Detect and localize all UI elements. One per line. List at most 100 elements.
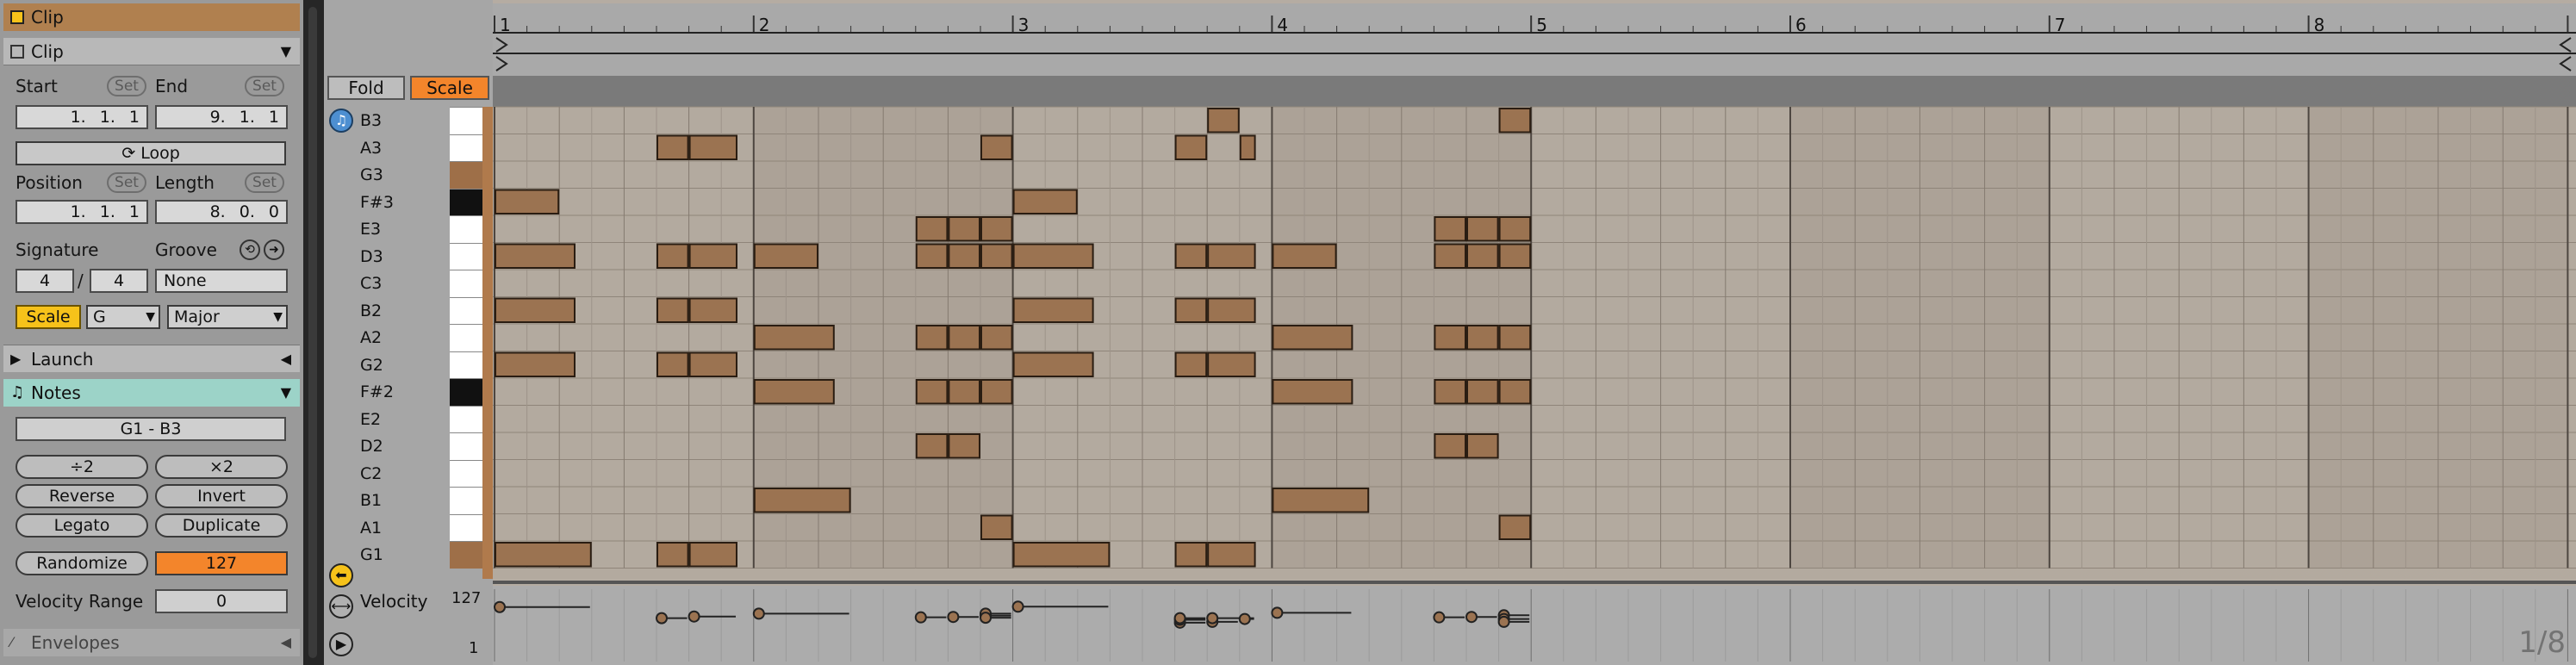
note-editor-grid[interactable]: 1 2 3 4 5 6 7 8 1/8	[493, 0, 2576, 665]
piano-key[interactable]	[450, 432, 482, 460]
start-field[interactable]: 1. 1. 1	[16, 105, 148, 129]
half-time-button[interactable]: ÷2	[16, 455, 148, 479]
grid-resolution-label: 1/8	[2518, 625, 2566, 660]
signature-denominator[interactable]: 4	[90, 269, 148, 293]
velocity-handle	[1238, 612, 1251, 625]
groove-field[interactable]: None	[155, 269, 288, 293]
piano-key[interactable]	[450, 513, 482, 541]
double-time-button[interactable]: ×2	[155, 455, 288, 479]
midi-note	[688, 297, 738, 323]
note-label: G1	[360, 545, 383, 564]
piano-key[interactable]	[450, 242, 482, 270]
piano-key[interactable]	[450, 215, 482, 243]
velocity-handle	[688, 610, 700, 623]
midi-note	[495, 542, 592, 568]
note-range-field[interactable]: G1 - B3	[16, 417, 286, 441]
note-label: A2	[360, 328, 383, 347]
midi-note	[948, 216, 981, 242]
clip-title-bar[interactable]: Clip	[3, 3, 300, 31]
midi-note	[1466, 243, 1499, 269]
piano-key[interactable]	[450, 541, 482, 569]
midi-note	[1498, 379, 1532, 405]
start-label: Start	[16, 76, 58, 96]
midi-note	[688, 351, 738, 377]
midi-note	[1272, 325, 1353, 351]
clip-section-header[interactable]: Clip ▼	[3, 38, 300, 65]
randomize-button[interactable]: Randomize	[16, 551, 148, 575]
midi-note	[980, 514, 1013, 540]
legato-button[interactable]: Legato	[16, 513, 148, 538]
velocity-lane-toggle-icon[interactable]: ⟷	[329, 594, 353, 618]
midi-note	[1012, 542, 1111, 568]
panel-scrollbar[interactable]	[308, 7, 317, 658]
signature-label: Signature	[16, 239, 99, 260]
piano-key[interactable]	[450, 405, 482, 432]
scale-toggle-button[interactable]: Scale	[16, 305, 81, 329]
end-field[interactable]: 9. 1. 1	[155, 105, 288, 129]
end-set-button[interactable]: Set	[245, 76, 284, 96]
return-arrow-icon[interactable]: ⬅	[329, 563, 353, 587]
piano-key[interactable]	[450, 487, 482, 514]
chevron-left-icon[interactable]: ◀	[281, 629, 291, 656]
collapse-toggle-icon[interactable]	[10, 45, 24, 59]
bar-number: 3	[1018, 15, 1030, 35]
chevron-left-icon[interactable]: ◀	[281, 345, 291, 373]
start-set-button[interactable]: Set	[107, 76, 146, 96]
piano-key[interactable]	[450, 188, 482, 215]
groove-commit-icon[interactable]: ➜	[264, 239, 284, 260]
notes-section-header[interactable]: ♫ Notes ▼	[3, 379, 300, 407]
midi-note	[1466, 433, 1499, 459]
chevron-down-icon[interactable]: ▼	[281, 379, 291, 407]
piano-key[interactable]	[450, 134, 482, 161]
launch-section-header[interactable]: ▶ Launch ◀	[3, 345, 300, 372]
audition-headphones-icon[interactable]: ♫	[329, 109, 353, 133]
midi-note	[980, 325, 1013, 351]
position-set-button[interactable]: Set	[107, 172, 146, 193]
note-label: F#2	[360, 382, 394, 401]
midi-note	[980, 216, 1013, 242]
signature-numerator[interactable]: 4	[16, 269, 74, 293]
invert-button[interactable]: Invert	[155, 484, 288, 508]
bar-number: 6	[1795, 15, 1807, 35]
midi-note	[1272, 243, 1337, 269]
scale-mode-dropdown[interactable]: Major ▼	[167, 305, 288, 329]
scale-highlight-button[interactable]: Scale	[410, 76, 489, 100]
envelopes-section-header[interactable]: ⁄ Envelopes ◀	[3, 629, 300, 656]
midi-note	[656, 542, 689, 568]
groove-hot-swap-icon[interactable]: ⟲	[240, 239, 260, 260]
piano-key[interactable]	[450, 107, 482, 134]
midi-note	[495, 351, 576, 377]
midi-note	[753, 325, 835, 351]
fold-button[interactable]: Fold	[327, 76, 405, 100]
piano-key[interactable]	[450, 459, 482, 487]
velocity-handle	[494, 600, 506, 613]
scale-root-value: G	[93, 308, 106, 326]
velocity-handle	[1497, 615, 1510, 628]
midi-note	[980, 243, 1013, 269]
piano-key[interactable]	[450, 270, 482, 297]
length-field[interactable]: 8. 0. 0	[155, 200, 288, 224]
piano-key[interactable]	[450, 161, 482, 189]
dropdown-arrow-icon: ▼	[273, 310, 283, 324]
midi-note	[1207, 297, 1256, 323]
chevron-down-icon[interactable]: ▼	[281, 38, 291, 65]
position-field[interactable]: 1. 1. 1	[16, 200, 148, 224]
midi-note	[1434, 379, 1467, 405]
duplicate-button[interactable]: Duplicate	[155, 513, 288, 538]
midi-note	[656, 243, 689, 269]
clip-title: Clip	[31, 7, 64, 28]
bar-number: 5	[1536, 15, 1547, 35]
length-set-button[interactable]: Set	[245, 172, 284, 193]
scale-root-dropdown[interactable]: G ▼	[86, 305, 160, 329]
reverse-button[interactable]: Reverse	[16, 484, 148, 508]
piano-key[interactable]	[450, 324, 482, 351]
velocity-range-field[interactable]: 0	[155, 589, 288, 613]
play-icon[interactable]: ▶	[329, 632, 353, 656]
velocity-handle	[752, 607, 765, 620]
velocity-handle	[1173, 612, 1186, 625]
piano-key[interactable]	[450, 296, 482, 324]
piano-key[interactable]	[450, 351, 482, 378]
piano-key[interactable]	[450, 378, 482, 406]
loop-button[interactable]: ⟳ Loop	[16, 141, 286, 165]
randomize-amount-field[interactable]: 127	[155, 551, 288, 575]
